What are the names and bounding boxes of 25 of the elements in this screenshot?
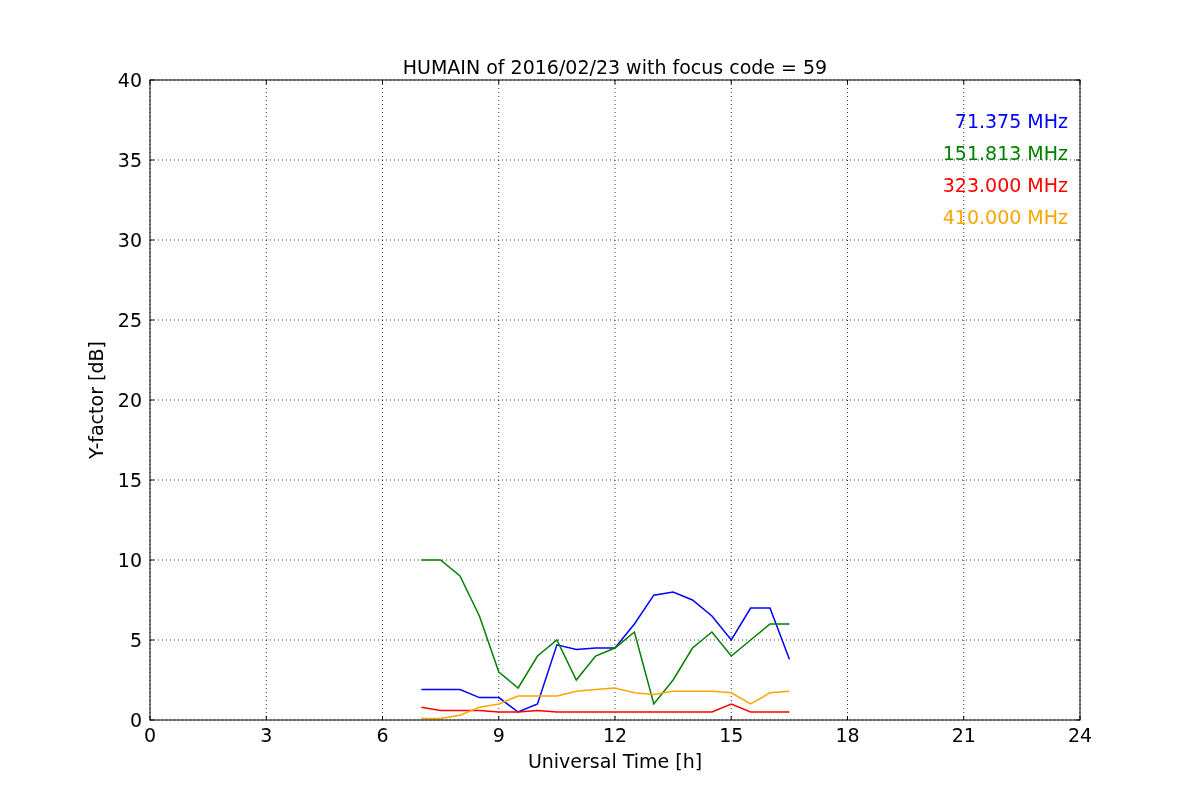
- x-axis-label: Universal Time [h]: [527, 750, 703, 772]
- x-tick-label: 24: [1067, 724, 1093, 746]
- legend-label: 151.813 MHz: [942, 142, 1068, 164]
- legend-label: 323.000 MHz: [942, 174, 1068, 196]
- legend-label: 410.000 MHz: [942, 206, 1068, 228]
- x-tick-label: 6: [376, 724, 389, 746]
- y-tick-label: 30: [117, 229, 142, 251]
- x-tick-label: 18: [835, 724, 860, 746]
- y-tick-label: 25: [117, 309, 142, 331]
- y-tick-label: 0: [129, 709, 142, 731]
- y-tick-label: 35: [117, 149, 142, 171]
- y-tick-label: 40: [117, 69, 142, 91]
- x-tick-label: 12: [602, 724, 628, 746]
- chart-title: HUMAIN of 2016/02/23 with focus code = 59: [402, 56, 828, 78]
- x-tick-label: 21: [951, 724, 976, 746]
- y-tick-label: 20: [117, 389, 142, 411]
- y-tick-label: 5: [129, 629, 142, 651]
- x-tick-label: 3: [260, 724, 273, 746]
- y-tick-label: 15: [117, 469, 142, 491]
- x-tick-label: 15: [719, 724, 744, 746]
- x-tick-label: 0: [143, 724, 157, 746]
- y-tick-label: 10: [117, 549, 142, 571]
- legend-label: 71.375 MHz: [954, 110, 1068, 132]
- y-axis-label: Y-factor [dB]: [85, 341, 107, 459]
- x-tick-label: 9: [492, 724, 505, 746]
